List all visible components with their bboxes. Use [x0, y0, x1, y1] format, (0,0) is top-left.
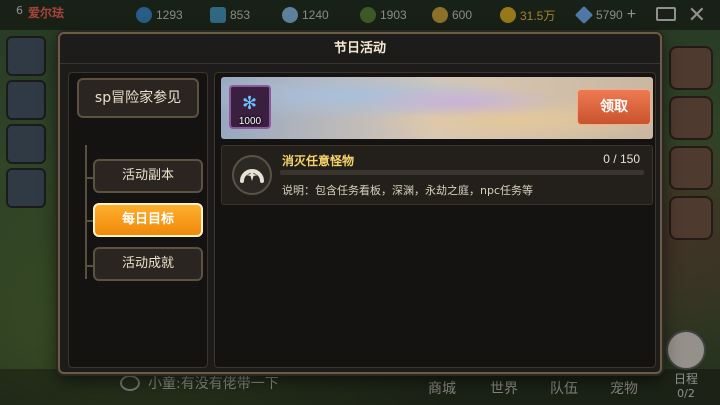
festival-event-modal: 节日活动 sp冒险家参见 活动副本 每日目标 活动成就 ✻ 1000 领取 消灭… — [58, 32, 662, 374]
quest-progress-text: 0 / 150 — [603, 152, 640, 166]
quest-card: 消灭任意怪物 0 / 150 说明：包含任务看板，深渊，永劫之庭，npc任务等 — [221, 145, 653, 205]
event-sidebar: sp冒险家参见 活动副本 每日目标 活动成就 — [68, 72, 208, 368]
blue-gem-icon: ✻ — [242, 93, 258, 114]
claim-button[interactable]: 领取 — [577, 89, 651, 125]
quest-progress-bar — [280, 170, 644, 175]
sidebar-item-sp-adventurer[interactable]: sp冒险家参见 — [77, 78, 199, 118]
sidebar-item-event-dungeon[interactable]: 活动副本 — [93, 159, 203, 193]
daily-goal-panel: ✻ 1000 领取 消灭任意怪物 0 / 150 说明：包含任务看板，深渊，永劫… — [214, 72, 656, 368]
sidebar-item-daily-goal[interactable]: 每日目标 — [93, 203, 203, 237]
quest-description: 说明：包含任务看板，深渊，永劫之庭，npc任务等 — [282, 184, 534, 197]
tree-connector — [85, 145, 87, 279]
quest-title: 消灭任意怪物 — [282, 154, 355, 168]
horseshoe-icon — [230, 153, 274, 197]
reward-item-slot[interactable]: ✻ 1000 — [229, 85, 271, 129]
reward-count: 1000 — [238, 116, 262, 127]
reward-banner: ✻ 1000 领取 — [221, 77, 653, 139]
modal-title: 节日活动 — [60, 34, 660, 64]
sidebar-item-event-achievement[interactable]: 活动成就 — [93, 247, 203, 281]
